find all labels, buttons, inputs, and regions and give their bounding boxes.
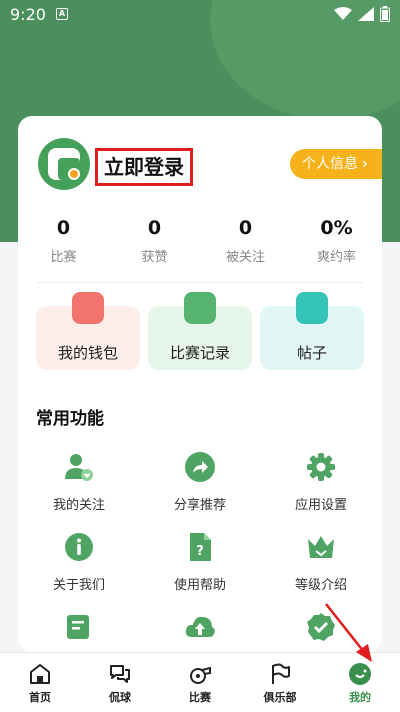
wallet-label: 我的钱包 <box>57 344 118 362</box>
nav-label: 俱乐部 <box>263 691 297 704</box>
avatar[interactable] <box>38 138 90 190</box>
info-icon <box>62 530 96 564</box>
func-label: 使用帮助 <box>173 578 226 593</box>
func-share[interactable]: 分享推荐 <box>139 450 261 513</box>
stat-matches[interactable]: 0 比赛 <box>18 216 109 268</box>
match-record-button[interactable]: 比赛记录 <box>148 292 252 370</box>
help-doc-icon: ? <box>183 530 217 564</box>
func-label: 分享推荐 <box>173 498 226 513</box>
posts-button[interactable]: 帖子 <box>260 292 364 370</box>
share-icon <box>183 450 217 484</box>
stat-likes[interactable]: 0 获赞 <box>109 216 200 268</box>
verified-badge-icon <box>304 610 338 644</box>
stat-value: 0% <box>320 217 353 239</box>
func-verify[interactable] <box>260 610 382 644</box>
status-bar: 9:20 A <box>0 0 400 28</box>
status-icons <box>334 6 390 22</box>
divider <box>36 282 364 283</box>
edit-icon <box>296 292 328 324</box>
func-feedback[interactable] <box>18 610 140 644</box>
profile-card: 立即登录 个人信息 › 0 比赛 0 获赞 0 被关注 0% 爽约率 我的钱包 比赛记录 … <box>18 116 382 652</box>
status-time: 9:20 <box>10 5 46 24</box>
func-label: 我的关注 <box>52 498 105 513</box>
wifi-icon <box>334 7 352 20</box>
section-title: 常用功能 <box>36 409 104 429</box>
stat-label: 被关注 <box>225 250 265 265</box>
gear-icon <box>304 450 338 484</box>
clock-icon <box>184 292 216 324</box>
func-upload[interactable] <box>139 610 261 644</box>
stat-value: 0 <box>147 217 162 239</box>
stat-value: 0 <box>56 217 71 239</box>
func-about[interactable]: 关于我们 <box>18 530 140 593</box>
bottom-nav: 首页 侃球 比赛 俱乐部 我的 <box>0 652 400 712</box>
chevron-right-icon: › <box>362 156 368 172</box>
flag-icon <box>267 661 293 687</box>
me-icon <box>347 661 373 687</box>
nav-label: 我的 <box>349 691 371 704</box>
func-settings[interactable]: 应用设置 <box>260 450 382 513</box>
nav-chat[interactable]: 侃球 <box>80 653 160 712</box>
func-label: 关于我们 <box>52 578 105 593</box>
stat-label: 比赛 <box>50 250 77 265</box>
crown-icon <box>304 530 338 564</box>
home-icon <box>27 661 53 687</box>
cloud-upload-icon <box>183 610 217 644</box>
stats-row: 0 比赛 0 获赞 0 被关注 0% 爽约率 <box>18 216 382 268</box>
func-levels[interactable]: 等级介绍 <box>260 530 382 593</box>
nav-match[interactable]: 比赛 <box>160 653 240 712</box>
nav-label: 首页 <box>29 691 51 704</box>
nav-club[interactable]: 俱乐部 <box>240 653 320 712</box>
func-help[interactable]: ? 使用帮助 <box>139 530 261 593</box>
nav-me[interactable]: 我的 <box>320 653 400 712</box>
personal-info-label: 个人信息 <box>302 156 358 172</box>
match-record-label: 比赛记录 <box>169 344 230 362</box>
user-heart-icon <box>62 450 96 484</box>
battery-icon <box>380 6 390 22</box>
nav-home[interactable]: 首页 <box>0 653 80 712</box>
login-button[interactable]: 立即登录 <box>95 148 193 186</box>
stat-followers[interactable]: 0 被关注 <box>200 216 291 268</box>
nav-label: 比赛 <box>189 691 211 704</box>
svg-text:?: ? <box>196 544 204 559</box>
func-label: 等级介绍 <box>294 578 347 593</box>
wallet-icon <box>72 292 104 324</box>
posts-label: 帖子 <box>296 344 327 362</box>
stat-noshow-rate[interactable]: 0% 爽约率 <box>291 216 382 268</box>
notification-icon: A <box>56 8 68 20</box>
stat-label: 爽约率 <box>316 250 356 265</box>
func-following[interactable]: 我的关注 <box>18 450 140 513</box>
func-label: 应用设置 <box>294 498 347 513</box>
nav-label: 侃球 <box>109 691 131 704</box>
whistle-icon <box>187 661 213 687</box>
wallet-button[interactable]: 我的钱包 <box>36 292 140 370</box>
chat-icon <box>107 661 133 687</box>
personal-info-button[interactable]: 个人信息 › <box>290 149 382 179</box>
stat-value: 0 <box>238 217 253 239</box>
edit-doc-icon <box>62 610 96 644</box>
stat-label: 获赞 <box>141 250 168 265</box>
signal-icon <box>358 7 374 21</box>
